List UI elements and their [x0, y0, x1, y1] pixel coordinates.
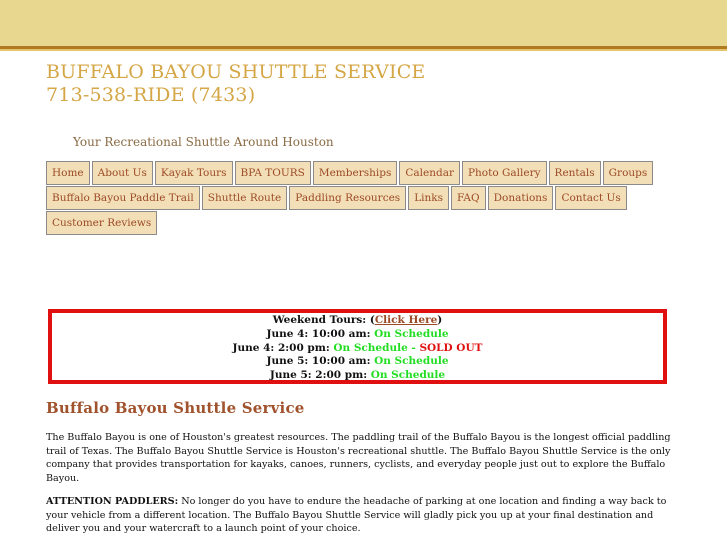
schedule-item: June 4: 10:00 am: On Schedule	[266, 327, 449, 340]
status-badge: On Schedule	[374, 355, 449, 368]
site-tagline: Your Recreational Shuttle Around Houston	[73, 135, 334, 149]
nav-row-1: Home About Us Kayak Tours BPA TOURS Memb…	[46, 161, 654, 185]
nav-home[interactable]: Home	[46, 161, 90, 185]
nav-paddling-resources[interactable]: Paddling Resources	[289, 186, 407, 210]
attention-paragraph: ATTENTION PADDLERS: No longer do you hav…	[46, 496, 667, 535]
site-title-name[interactable]: BUFFALO BAYOU SHUTTLE SERVICE	[46, 61, 426, 84]
main-nav: Home About Us Kayak Tours BPA TOURS Memb…	[46, 161, 654, 236]
nav-donations[interactable]: Donations	[487, 186, 554, 210]
schedule-item: June 4: 2:00 pm: On Schedule - SOLD OUT	[232, 341, 483, 354]
banner-divider-light	[0, 49, 727, 51]
nav-about-us[interactable]: About Us	[91, 161, 153, 185]
nav-memberships[interactable]: Memberships	[312, 161, 398, 185]
nav-contact-us[interactable]: Contact Us	[555, 186, 627, 210]
schedule-item: June 5: 10:00 am: On Schedule	[266, 355, 449, 368]
sold-out-badge: SOLD OUT	[419, 341, 483, 354]
nav-bpa-tours[interactable]: BPA TOURS	[234, 161, 311, 185]
site-phone: 713-538-RIDE (7433)	[46, 84, 256, 106]
nav-paddle-trail[interactable]: Buffalo Bayou Paddle Trail	[46, 186, 200, 210]
attention-lead: ATTENTION PADDLERS:	[46, 496, 179, 507]
nav-customer-reviews[interactable]: Customer Reviews	[46, 211, 158, 235]
nav-row-3: Customer Reviews	[46, 211, 646, 235]
status-badge: On Schedule	[374, 327, 449, 340]
status-badge: On Schedule	[370, 369, 446, 382]
nav-kayak-tours[interactable]: Kayak Tours	[154, 161, 233, 185]
section-title: Buffalo Bayou Shuttle Service	[46, 399, 305, 417]
nav-row-2: Buffalo Bayou Paddle Trail Shuttle Route…	[46, 186, 646, 210]
notice-heading: Weekend Tours: (Click Here)	[272, 314, 443, 326]
nav-rentals[interactable]: Rentals	[548, 161, 601, 185]
status-badge: On Schedule	[333, 341, 408, 354]
nav-groups[interactable]: Groups	[602, 161, 654, 185]
tour-schedule-notice: Weekend Tours: (Click Here) June 4: 10:0…	[48, 309, 667, 384]
intro-paragraph: The Buffalo Bayou is one of Houston's gr…	[46, 432, 671, 484]
nav-calendar[interactable]: Calendar	[399, 161, 460, 185]
click-here-link[interactable]: Click Here	[375, 314, 437, 326]
site-title[interactable]: BUFFALO BAYOU SHUTTLE SERVICE 713-538-RI…	[46, 61, 426, 107]
nav-shuttle-route[interactable]: Shuttle Route	[201, 186, 288, 210]
nav-links[interactable]: Links	[408, 186, 450, 210]
nav-photo-gallery[interactable]: Photo Gallery	[461, 161, 547, 185]
schedule-item: June 5: 2:00 pm: On Schedule	[269, 369, 446, 382]
nav-faq[interactable]: FAQ	[451, 186, 486, 210]
top-banner	[0, 0, 727, 46]
